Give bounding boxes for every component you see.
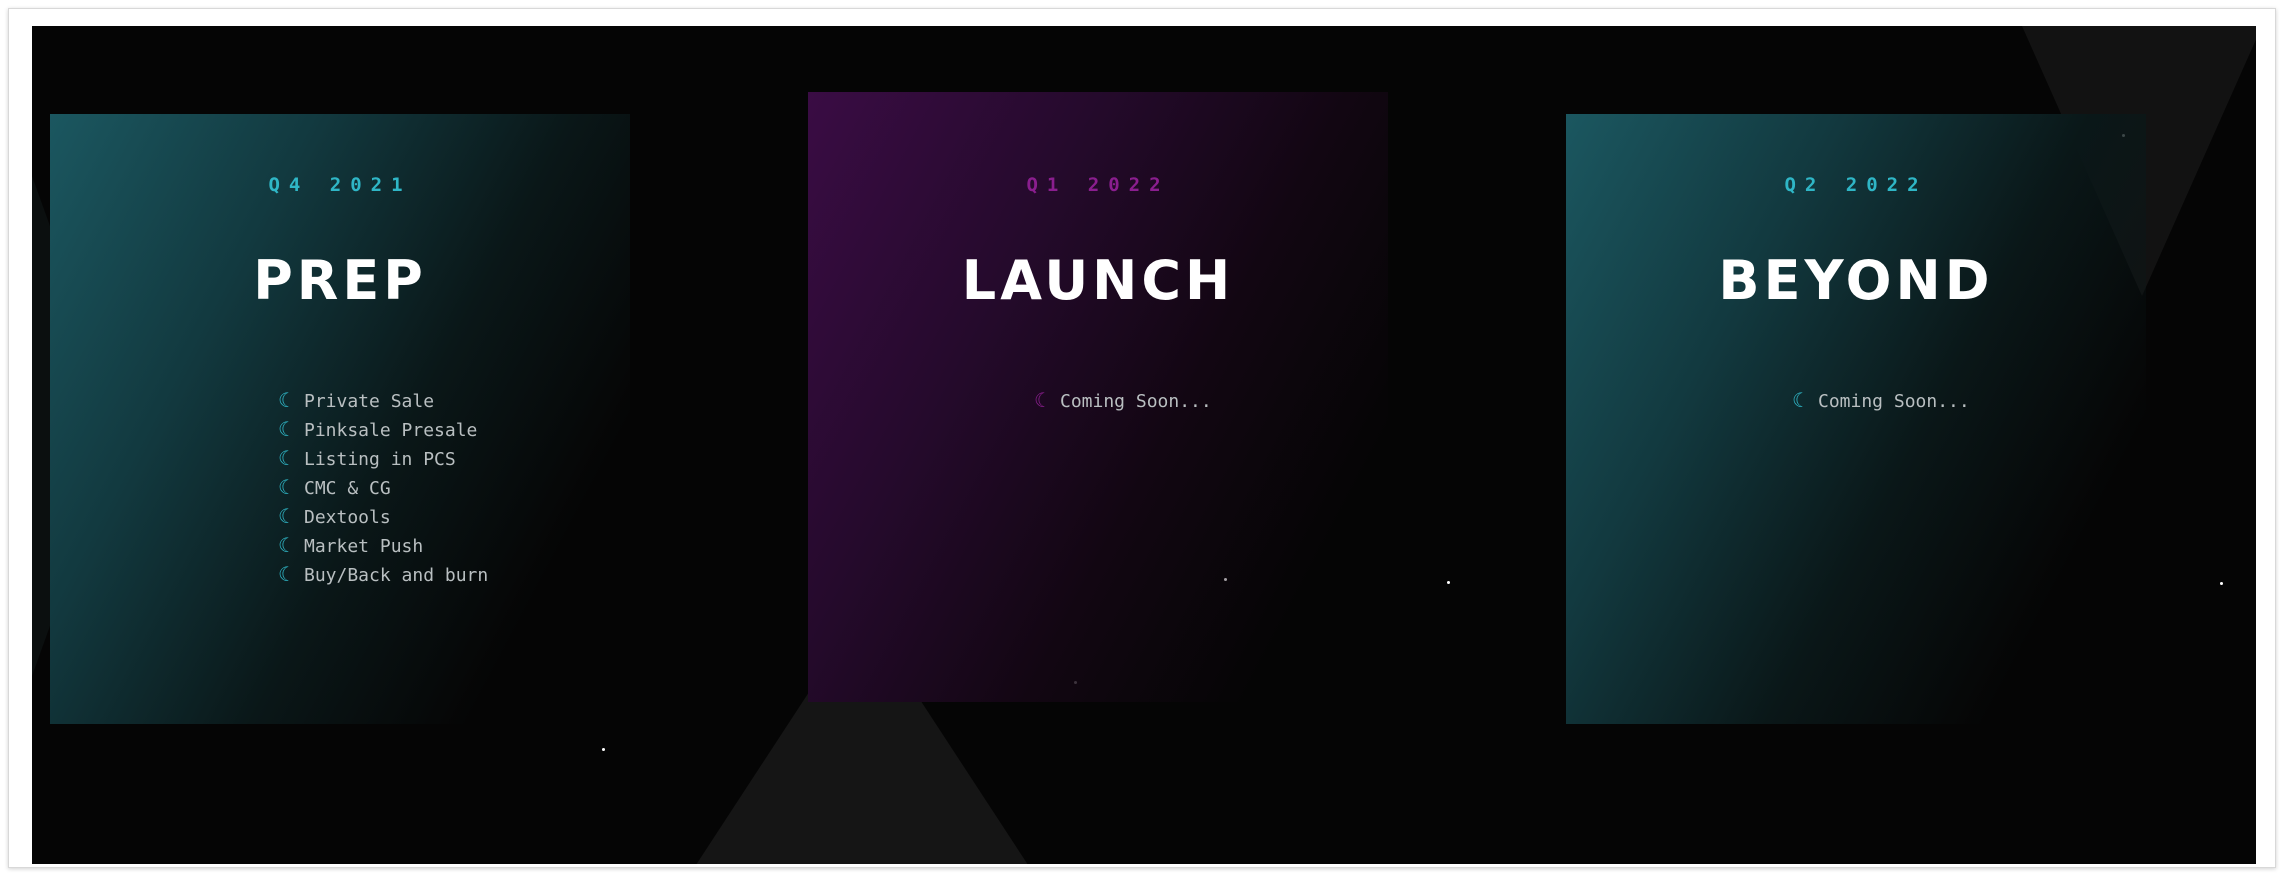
list-item: ☾ Private Sale [278, 386, 488, 415]
phase-item-list: ☾ Private Sale ☾ Pinksale Presale ☾ Listing… [278, 386, 488, 589]
list-item-label: Pinksale Presale [304, 420, 478, 441]
phase-card-beyond: Q2 2022 BEYOND ☾ Coming Soon... [1566, 114, 2146, 724]
list-item: ☾ Pinksale Presale [278, 415, 488, 444]
phase-title: BEYOND [1718, 249, 1994, 312]
list-item: ☾ Coming Soon... [1034, 386, 1212, 415]
phase-quarter: Q1 2022 [1026, 174, 1170, 196]
list-item: ☾ Buy/Back and burn [278, 560, 488, 589]
phase-quarter: Q2 2022 [1784, 174, 1928, 196]
phase-item-list: ☾ Coming Soon... [1034, 386, 1212, 415]
star-dot [1447, 581, 1450, 584]
roadmap-section: Q4 2021 PREP ☾ Private Sale ☾ Pinksale Pre… [32, 26, 2256, 864]
list-item-label: Coming Soon... [1818, 391, 1970, 412]
list-item-label: Listing in PCS [304, 449, 456, 470]
list-item: ☾ Coming Soon... [1792, 386, 1970, 415]
moon-icon: ☾ [278, 417, 296, 441]
star-dot [602, 748, 605, 751]
list-item-label: Coming Soon... [1060, 391, 1212, 412]
moon-icon: ☾ [1792, 388, 1810, 412]
list-item: ☾ CMC & CG [278, 473, 488, 502]
list-item: ☾ Market Push [278, 531, 488, 560]
phase-card-launch: Q1 2022 LAUNCH ☾ Coming Soon... [808, 92, 1388, 702]
list-item-label: CMC & CG [304, 478, 391, 499]
moon-icon: ☾ [278, 475, 296, 499]
list-item-label: Private Sale [304, 391, 435, 412]
phase-quarter: Q4 2021 [268, 174, 412, 196]
moon-icon: ☾ [278, 446, 296, 470]
moon-icon: ☾ [278, 388, 296, 412]
list-item-label: Market Push [304, 536, 424, 557]
phase-title: LAUNCH [961, 249, 1235, 312]
moon-icon: ☾ [1034, 388, 1052, 412]
list-item: ☾ Dextools [278, 502, 488, 531]
list-item-label: Buy/Back and burn [304, 565, 489, 586]
moon-icon: ☾ [278, 562, 296, 586]
list-item: ☾ Listing in PCS [278, 444, 488, 473]
star-dot [2220, 582, 2223, 585]
moon-icon: ☾ [278, 504, 296, 528]
phase-title: PREP [253, 249, 427, 312]
phase-item-list: ☾ Coming Soon... [1792, 386, 1970, 415]
moon-icon: ☾ [278, 533, 296, 557]
phase-card-prep: Q4 2021 PREP ☾ Private Sale ☾ Pinksale Pre… [50, 114, 630, 724]
list-item-label: Dextools [304, 507, 391, 528]
